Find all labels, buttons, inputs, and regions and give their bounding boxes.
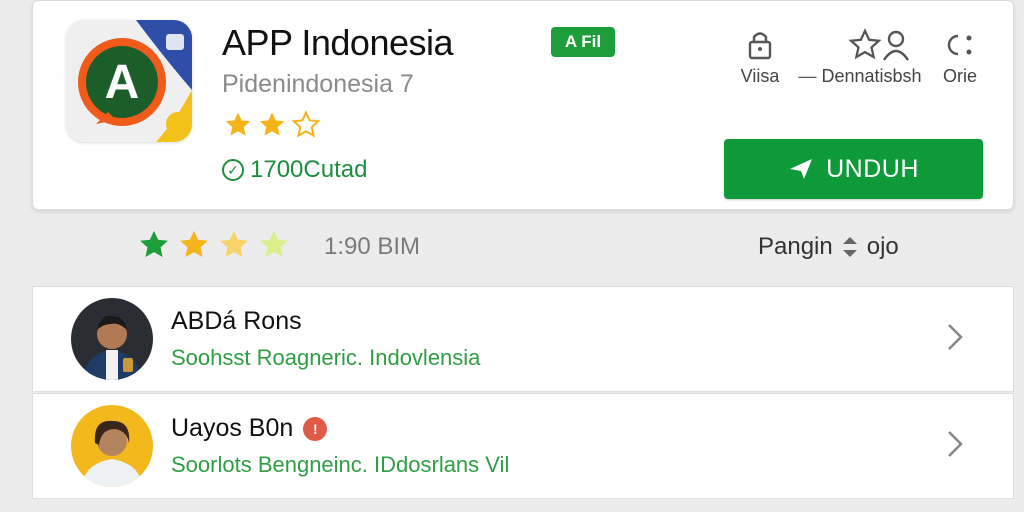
star-filled-icon (180, 230, 208, 258)
avatar (71, 298, 153, 380)
user-icon (866, 28, 926, 62)
share-icon (930, 28, 990, 62)
star-filled-icon (140, 230, 168, 258)
star-filled-icon (259, 112, 285, 136)
reviewer-subtitle: Soohsst Roagneric. Indovlensia (171, 345, 481, 370)
app-logo-icon[interactable]: A (66, 20, 192, 142)
alert-icon: ! (303, 416, 328, 441)
app-title: APP Indonesia (222, 22, 454, 63)
star-filled-icon (225, 112, 251, 136)
send-icon (790, 159, 813, 179)
check-circle-icon: ✓ (222, 159, 244, 181)
download-button-label: UNDUH (826, 154, 919, 183)
star-empty-icon (260, 230, 288, 258)
lock-icon (730, 28, 790, 62)
star-half-icon (220, 230, 248, 258)
install-count: ✓ 1700Cutad (222, 156, 367, 184)
star-outline-icon (291, 110, 321, 138)
sort-dropdown[interactable]: Pangin ojo (758, 233, 899, 261)
review-list-item[interactable]: Uayos B0n ! Soorlots Bengneinc. IDdosrla… (32, 393, 1014, 499)
action-label: — Dennatisbsh (798, 66, 922, 86)
review-list-item[interactable]: ABDá Rons Soohsst Roagneric. Indovlensia (32, 286, 1014, 392)
install-count-label: 1700Cutad (250, 156, 368, 183)
rating-stars (136, 228, 292, 262)
reviewer-name: ABDá Rons (171, 307, 302, 335)
rating-summary: 1:90 BIM Pangin ojo (32, 216, 1014, 276)
action-viisa[interactable]: Viisa (730, 28, 790, 87)
app-card-star-rating (222, 110, 322, 140)
action-orie[interactable]: Orie (930, 28, 990, 87)
reviewer-name: Uayos B0n ! (171, 414, 328, 443)
action-label: Orie (942, 66, 977, 86)
app-store-page: A APP Indonesia A Fil Pidenindonesia 7 ✓… (0, 0, 1024, 512)
sort-label: Pangin (758, 233, 833, 260)
reviewer-subtitle: Soorlots Bengneinc. IDdosrlans Vil (171, 452, 510, 477)
sort-arrows-icon (842, 237, 857, 257)
chevron-right-icon (945, 321, 965, 361)
download-button[interactable]: UNDUH (724, 139, 983, 199)
rating-count: 1:90 BIM (324, 233, 421, 260)
avatar (71, 405, 153, 487)
badge-label: A Fil (564, 32, 602, 51)
action-profile[interactable] (866, 28, 926, 62)
sort-suffix: ojo (866, 233, 899, 260)
chevron-right-icon (945, 428, 965, 468)
content-rating-badge: A Fil (551, 27, 615, 57)
action-label: Viisa (740, 66, 780, 86)
developer-name[interactable]: Pidenindonesia 7 (222, 70, 414, 99)
svg-text:A: A (105, 56, 140, 109)
